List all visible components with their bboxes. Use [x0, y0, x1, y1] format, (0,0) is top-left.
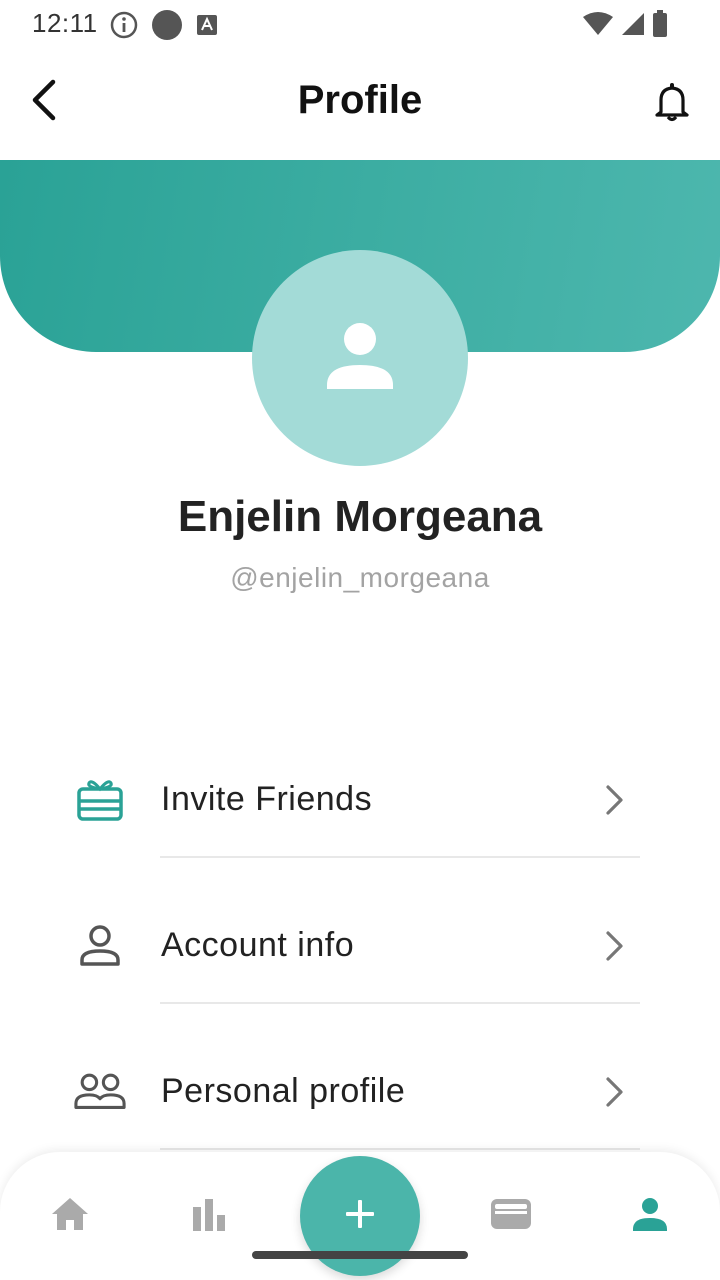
battery-icon: [652, 10, 668, 43]
divider: [160, 1002, 640, 1004]
gift-card-icon: [74, 776, 126, 824]
nav-item-profile[interactable]: [620, 1192, 680, 1240]
user-name: Enjelin Morgeana: [177, 492, 543, 541]
page-title: Profile: [297, 78, 423, 122]
user-handle: @enjelin_morgeana: [230, 562, 490, 593]
chevron-right-icon: [600, 784, 628, 816]
user-icon: [325, 321, 395, 396]
nav-item-wallet[interactable]: [481, 1192, 541, 1240]
status-time: 12:11: [32, 8, 98, 38]
menu-item-label: Account info: [161, 926, 355, 964]
info-icon: [110, 11, 138, 44]
wifi-icon: [582, 11, 614, 42]
add-icon: [344, 1198, 376, 1235]
bar-chart-icon: [191, 1197, 227, 1236]
menu-item-invite-friends[interactable]: Invite Friends: [0, 730, 720, 876]
status-icons-right: [582, 10, 668, 43]
status-bar: 12:11: [0, 0, 720, 48]
menu-item-label: Invite Friends: [161, 780, 373, 818]
status-icons-left: [110, 10, 218, 45]
user-icon: [632, 1197, 668, 1236]
divider: [160, 1148, 640, 1150]
app-bar: Profile: [0, 48, 720, 160]
chevron-right-icon: [600, 1076, 628, 1108]
home-indicator: [252, 1251, 468, 1259]
avatar[interactable]: [252, 250, 468, 466]
menu-item-account-info[interactable]: Account info: [0, 876, 720, 1022]
signal-icon: [620, 11, 646, 42]
circle-icon: [152, 10, 182, 45]
menu-item-personal-profile[interactable]: Personal profile: [0, 1022, 720, 1168]
chevron-right-icon: [600, 930, 628, 962]
divider: [160, 856, 640, 858]
a-icon: [196, 14, 218, 41]
bell-icon: [654, 82, 690, 127]
wallet-icon: [490, 1197, 532, 1236]
profile-menu: Invite Friends Account info Personal pro…: [0, 730, 720, 1168]
nav-item-home[interactable]: [40, 1192, 100, 1240]
nav-item-stats[interactable]: [179, 1192, 239, 1240]
people-outline-icon: [74, 1068, 126, 1116]
home-icon: [50, 1196, 90, 1237]
person-outline-icon: [74, 922, 126, 970]
notifications-button[interactable]: [648, 80, 696, 128]
menu-item-label: Personal profile: [161, 1072, 406, 1110]
